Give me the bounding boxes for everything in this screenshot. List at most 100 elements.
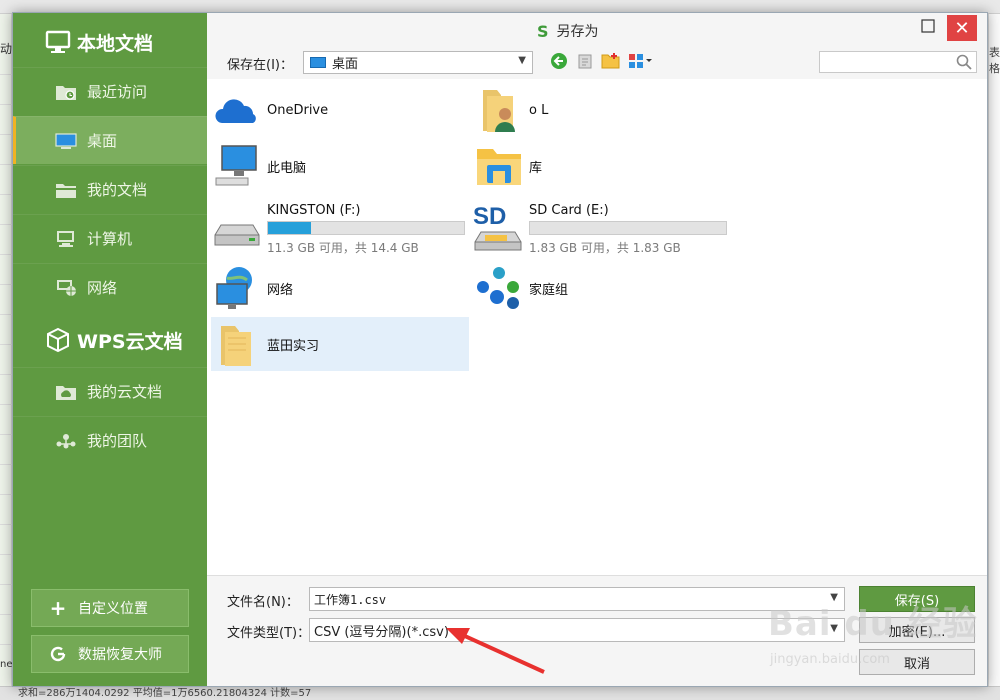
cube-icon xyxy=(45,327,71,353)
search-input[interactable] xyxy=(820,52,950,72)
dialog-title-text: 另存为 xyxy=(556,24,599,40)
filetype-label: 文件类型(T)： xyxy=(227,626,311,641)
back-button[interactable] xyxy=(549,53,569,73)
data-recovery-label: 数据恢复大师 xyxy=(78,647,162,663)
wps-cloud-title: WPS云文档 xyxy=(77,330,183,353)
back-arrow-icon xyxy=(550,52,568,74)
file-item-user-folder[interactable]: o L xyxy=(473,83,733,137)
documents-folder-icon xyxy=(55,181,77,199)
desktop-icon xyxy=(55,132,77,150)
drive-name: SD Card (E:) xyxy=(529,202,609,218)
data-recovery-button[interactable]: 数据恢复大师 xyxy=(31,635,189,673)
plus-icon: + xyxy=(49,596,67,620)
maximize-button[interactable] xyxy=(911,13,945,43)
sidebar-item-label: 我的云文档 xyxy=(87,383,163,401)
dialog-title: S 另存为 xyxy=(537,21,599,41)
background-row-headers: 动 nee xyxy=(0,14,19,686)
save-button[interactable]: 保存(S) xyxy=(859,586,975,612)
up-folder-button[interactable] xyxy=(575,53,595,73)
computer-icon xyxy=(55,230,77,248)
new-folder-icon xyxy=(601,52,621,74)
filename-value: 工作簿1.csv xyxy=(314,592,387,607)
custom-location-button[interactable]: + 自定义位置 xyxy=(31,589,189,627)
drive-info: SD Card (E:) 1.83 GB 可用，共 1.83 GB xyxy=(529,203,727,256)
sidebar-item-label: 网络 xyxy=(87,279,118,297)
sidebar-item-label: 我的文档 xyxy=(87,181,148,199)
desktop-icon xyxy=(310,57,326,68)
sidebar-item-my-cloud-documents[interactable]: 我的云文档 xyxy=(13,367,207,415)
chevron-down-icon: ▼ xyxy=(518,55,526,66)
usb-drive-icon xyxy=(211,204,263,254)
sidebar-item-label: 我的团队 xyxy=(87,432,148,450)
file-name: 库 xyxy=(529,160,543,176)
file-name: o L xyxy=(529,102,549,118)
custom-location-label: 自定义位置 xyxy=(78,601,148,617)
sidebar-item-label: 计算机 xyxy=(87,230,133,248)
drive-space: 11.3 GB 可用，共 14.4 GB xyxy=(267,240,419,255)
save-in-dropdown[interactable]: 桌面 ▼ xyxy=(303,51,533,74)
save-in-label: 保存在(I)： xyxy=(227,58,293,73)
search-icon xyxy=(956,54,972,74)
dialog-titlebar: S 另存为 ✕ xyxy=(207,13,987,47)
homegroup-icon xyxy=(473,263,525,313)
filetype-dropdown[interactable]: CSV (逗号分隔)(*.csv) ▼ xyxy=(309,618,845,642)
chevron-down-icon: ▼ xyxy=(830,623,838,634)
file-item-library[interactable]: 库 xyxy=(473,139,733,193)
file-name: 此电脑 xyxy=(267,160,307,176)
network-icon xyxy=(55,279,77,297)
sidebar-item-label: 桌面 xyxy=(87,132,118,150)
maximize-icon xyxy=(921,19,935,37)
file-item-kingston-drive[interactable]: KINGSTON (F:) 11.3 GB 可用，共 14.4 GB xyxy=(211,199,471,259)
this-pc-icon xyxy=(211,141,263,191)
chevron-down-icon[interactable]: ▼ xyxy=(830,592,838,603)
encrypt-button[interactable]: 加密(E)... xyxy=(859,617,975,643)
wps-cloud-header[interactable]: WPS云文档 xyxy=(13,313,207,367)
file-item-this-pc[interactable]: 此电脑 xyxy=(211,139,471,193)
background-text-fragment: 动 xyxy=(0,42,13,56)
file-name: 蓝田实习 xyxy=(267,338,320,354)
view-grid-icon xyxy=(628,53,654,73)
local-documents-header[interactable]: 本地文档 xyxy=(13,15,207,69)
file-item-folder-lantian[interactable]: 蓝田实习 xyxy=(211,317,469,371)
sidebar-item-network[interactable]: 网络 xyxy=(13,263,207,311)
file-name: 家庭组 xyxy=(529,282,569,298)
drive-usage-fill xyxy=(268,221,312,234)
network-globe-icon xyxy=(211,263,263,313)
cancel-button[interactable]: 取消 xyxy=(859,649,975,675)
new-folder-button[interactable] xyxy=(601,53,621,73)
file-item-network[interactable]: 网络 xyxy=(211,261,471,315)
file-list: OneDrive o L 此电脑 库 KINGSTON (F:) 11.3 GB… xyxy=(207,79,987,575)
recent-folder-icon xyxy=(55,83,77,101)
wps-logo-icon: S xyxy=(537,21,549,41)
background-right-pane: 表格 xyxy=(988,14,1000,686)
local-documents-title: 本地文档 xyxy=(77,32,154,55)
save-as-dialog: 本地文档 最近访问 桌面 我的文档 计算机 网络 WPS云文档 我的云文档 我的… xyxy=(12,12,988,687)
drive-usage-bar xyxy=(529,220,727,235)
folder-icon xyxy=(211,319,263,369)
sidebar-item-my-documents[interactable]: 我的文档 xyxy=(13,165,207,213)
file-item-onedrive[interactable]: OneDrive xyxy=(211,83,471,137)
team-icon xyxy=(55,432,77,450)
recovery-icon xyxy=(48,644,68,664)
close-button[interactable]: ✕ xyxy=(947,15,977,41)
filename-input[interactable]: 工作簿1.csv ▼ xyxy=(309,587,845,611)
user-folder-icon xyxy=(473,85,525,135)
sidebar-item-desktop[interactable]: 桌面 xyxy=(13,116,207,164)
drive-usage-bar xyxy=(267,220,465,235)
sidebar-item-label: 最近访问 xyxy=(87,83,148,101)
file-item-homegroup[interactable]: 家庭组 xyxy=(473,261,733,315)
view-menu-button[interactable] xyxy=(627,53,655,73)
dialog-sidebar: 本地文档 最近访问 桌面 我的文档 计算机 网络 WPS云文档 我的云文档 我的… xyxy=(13,13,207,686)
file-item-sd-card[interactable]: SD SD Card (E:) 1.83 GB 可用，共 1.83 GB xyxy=(473,199,733,259)
search-field[interactable] xyxy=(819,51,977,73)
sidebar-item-recent[interactable]: 最近访问 xyxy=(13,67,207,115)
onedrive-icon xyxy=(211,85,263,135)
background-text-fragment: 表格 xyxy=(989,46,1000,75)
save-in-toolbar: 保存在(I)： 桌面 ▼ xyxy=(207,47,987,79)
filetype-value: CSV (逗号分隔)(*.csv) xyxy=(314,624,449,640)
sidebar-item-my-team[interactable]: 我的团队 xyxy=(13,416,207,464)
sidebar-item-computer[interactable]: 计算机 xyxy=(13,214,207,262)
svg-text:SD: SD xyxy=(473,203,506,230)
library-icon xyxy=(473,141,525,191)
file-name: OneDrive xyxy=(267,102,329,118)
